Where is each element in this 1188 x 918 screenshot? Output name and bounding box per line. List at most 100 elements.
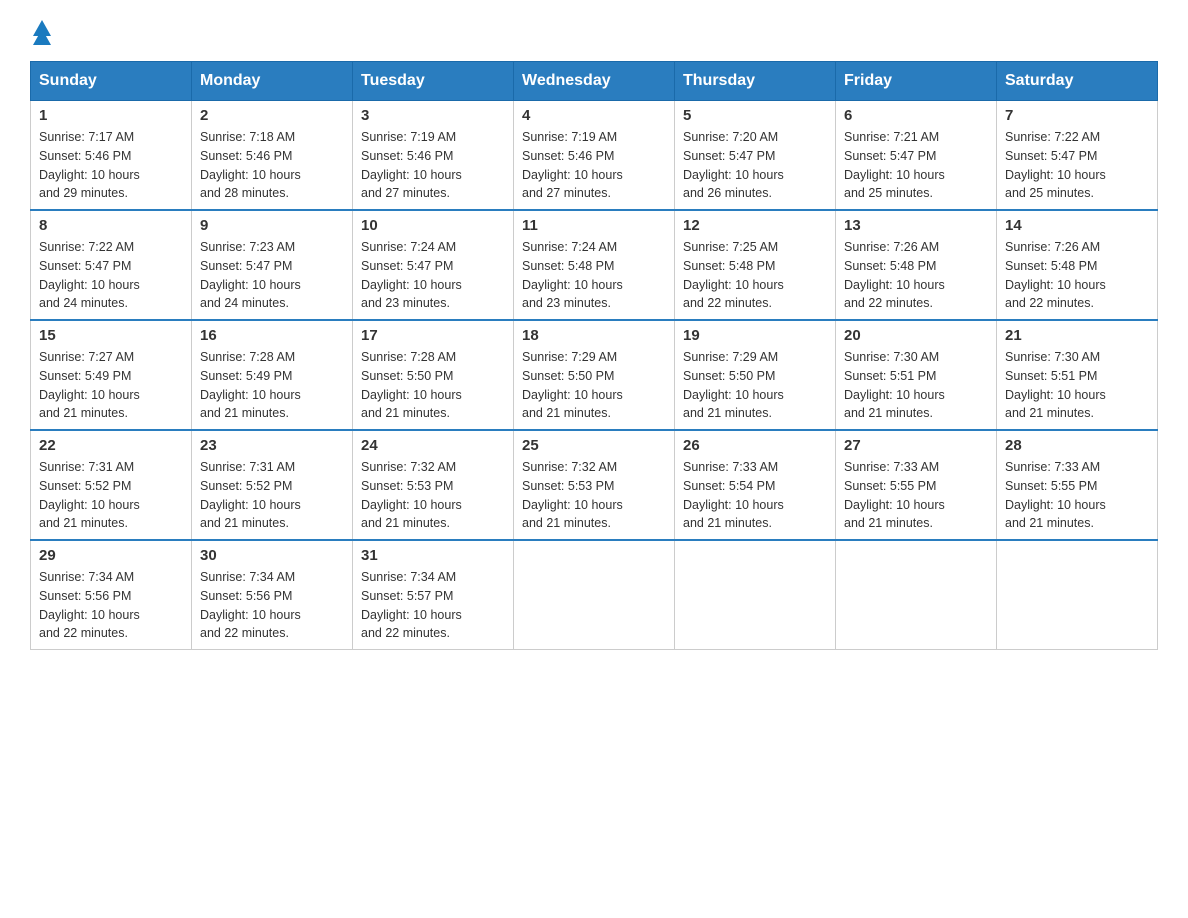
calendar-cell: 18 Sunrise: 7:29 AM Sunset: 5:50 PM Dayl…: [514, 320, 675, 430]
day-info: Sunrise: 7:34 AM Sunset: 5:57 PM Dayligh…: [361, 568, 505, 643]
calendar-cell: 14 Sunrise: 7:26 AM Sunset: 5:48 PM Dayl…: [997, 210, 1158, 320]
day-number: 9: [200, 217, 344, 234]
page-header: [30, 20, 1158, 41]
calendar-cell: 29 Sunrise: 7:34 AM Sunset: 5:56 PM Dayl…: [31, 540, 192, 650]
calendar-cell: 22 Sunrise: 7:31 AM Sunset: 5:52 PM Dayl…: [31, 430, 192, 540]
day-info: Sunrise: 7:31 AM Sunset: 5:52 PM Dayligh…: [200, 458, 344, 533]
calendar-cell: 9 Sunrise: 7:23 AM Sunset: 5:47 PM Dayli…: [192, 210, 353, 320]
calendar-cell: [997, 540, 1158, 650]
day-info: Sunrise: 7:22 AM Sunset: 5:47 PM Dayligh…: [1005, 128, 1149, 203]
weekday-header-wednesday: Wednesday: [514, 62, 675, 101]
day-info: Sunrise: 7:20 AM Sunset: 5:47 PM Dayligh…: [683, 128, 827, 203]
day-info: Sunrise: 7:24 AM Sunset: 5:47 PM Dayligh…: [361, 238, 505, 313]
weekday-header-row: SundayMondayTuesdayWednesdayThursdayFrid…: [31, 62, 1158, 101]
day-number: 28: [1005, 437, 1149, 454]
calendar-table: SundayMondayTuesdayWednesdayThursdayFrid…: [30, 61, 1158, 650]
calendar-cell: 17 Sunrise: 7:28 AM Sunset: 5:50 PM Dayl…: [353, 320, 514, 430]
day-info: Sunrise: 7:33 AM Sunset: 5:55 PM Dayligh…: [844, 458, 988, 533]
day-number: 5: [683, 107, 827, 124]
day-number: 2: [200, 107, 344, 124]
day-number: 18: [522, 327, 666, 344]
day-info: Sunrise: 7:24 AM Sunset: 5:48 PM Dayligh…: [522, 238, 666, 313]
day-info: Sunrise: 7:19 AM Sunset: 5:46 PM Dayligh…: [361, 128, 505, 203]
calendar-cell: 25 Sunrise: 7:32 AM Sunset: 5:53 PM Dayl…: [514, 430, 675, 540]
day-number: 15: [39, 327, 183, 344]
day-number: 26: [683, 437, 827, 454]
day-info: Sunrise: 7:33 AM Sunset: 5:55 PM Dayligh…: [1005, 458, 1149, 533]
calendar-cell: 5 Sunrise: 7:20 AM Sunset: 5:47 PM Dayli…: [675, 101, 836, 211]
calendar-cell: 21 Sunrise: 7:30 AM Sunset: 5:51 PM Dayl…: [997, 320, 1158, 430]
day-number: 31: [361, 547, 505, 564]
day-number: 7: [1005, 107, 1149, 124]
calendar-cell: 6 Sunrise: 7:21 AM Sunset: 5:47 PM Dayli…: [836, 101, 997, 211]
day-number: 22: [39, 437, 183, 454]
weekday-header-sunday: Sunday: [31, 62, 192, 101]
calendar-cell: 28 Sunrise: 7:33 AM Sunset: 5:55 PM Dayl…: [997, 430, 1158, 540]
calendar-cell: 26 Sunrise: 7:33 AM Sunset: 5:54 PM Dayl…: [675, 430, 836, 540]
calendar-week-row: 1 Sunrise: 7:17 AM Sunset: 5:46 PM Dayli…: [31, 101, 1158, 211]
calendar-week-row: 8 Sunrise: 7:22 AM Sunset: 5:47 PM Dayli…: [31, 210, 1158, 320]
day-number: 6: [844, 107, 988, 124]
weekday-header-friday: Friday: [836, 62, 997, 101]
day-info: Sunrise: 7:18 AM Sunset: 5:46 PM Dayligh…: [200, 128, 344, 203]
calendar-cell: 23 Sunrise: 7:31 AM Sunset: 5:52 PM Dayl…: [192, 430, 353, 540]
weekday-header-saturday: Saturday: [997, 62, 1158, 101]
day-info: Sunrise: 7:21 AM Sunset: 5:47 PM Dayligh…: [844, 128, 988, 203]
day-info: Sunrise: 7:26 AM Sunset: 5:48 PM Dayligh…: [1005, 238, 1149, 313]
calendar-cell: 3 Sunrise: 7:19 AM Sunset: 5:46 PM Dayli…: [353, 101, 514, 211]
calendar-cell: 8 Sunrise: 7:22 AM Sunset: 5:47 PM Dayli…: [31, 210, 192, 320]
calendar-cell: 11 Sunrise: 7:24 AM Sunset: 5:48 PM Dayl…: [514, 210, 675, 320]
calendar-cell: [836, 540, 997, 650]
day-info: Sunrise: 7:17 AM Sunset: 5:46 PM Dayligh…: [39, 128, 183, 203]
day-info: Sunrise: 7:34 AM Sunset: 5:56 PM Dayligh…: [39, 568, 183, 643]
calendar-cell: [514, 540, 675, 650]
day-number: 14: [1005, 217, 1149, 234]
day-info: Sunrise: 7:28 AM Sunset: 5:50 PM Dayligh…: [361, 348, 505, 423]
calendar-cell: 4 Sunrise: 7:19 AM Sunset: 5:46 PM Dayli…: [514, 101, 675, 211]
day-number: 30: [200, 547, 344, 564]
day-info: Sunrise: 7:34 AM Sunset: 5:56 PM Dayligh…: [200, 568, 344, 643]
calendar-cell: 30 Sunrise: 7:34 AM Sunset: 5:56 PM Dayl…: [192, 540, 353, 650]
day-number: 20: [844, 327, 988, 344]
day-number: 10: [361, 217, 505, 234]
calendar-cell: [675, 540, 836, 650]
calendar-cell: 27 Sunrise: 7:33 AM Sunset: 5:55 PM Dayl…: [836, 430, 997, 540]
day-number: 13: [844, 217, 988, 234]
day-number: 21: [1005, 327, 1149, 344]
day-info: Sunrise: 7:26 AM Sunset: 5:48 PM Dayligh…: [844, 238, 988, 313]
logo: [30, 20, 51, 41]
day-number: 16: [200, 327, 344, 344]
day-info: Sunrise: 7:31 AM Sunset: 5:52 PM Dayligh…: [39, 458, 183, 533]
calendar-cell: 19 Sunrise: 7:29 AM Sunset: 5:50 PM Dayl…: [675, 320, 836, 430]
day-info: Sunrise: 7:22 AM Sunset: 5:47 PM Dayligh…: [39, 238, 183, 313]
day-number: 17: [361, 327, 505, 344]
day-info: Sunrise: 7:32 AM Sunset: 5:53 PM Dayligh…: [522, 458, 666, 533]
calendar-cell: 24 Sunrise: 7:32 AM Sunset: 5:53 PM Dayl…: [353, 430, 514, 540]
day-info: Sunrise: 7:30 AM Sunset: 5:51 PM Dayligh…: [1005, 348, 1149, 423]
day-number: 1: [39, 107, 183, 124]
day-info: Sunrise: 7:19 AM Sunset: 5:46 PM Dayligh…: [522, 128, 666, 203]
calendar-cell: 1 Sunrise: 7:17 AM Sunset: 5:46 PM Dayli…: [31, 101, 192, 211]
calendar-cell: 10 Sunrise: 7:24 AM Sunset: 5:47 PM Dayl…: [353, 210, 514, 320]
day-info: Sunrise: 7:28 AM Sunset: 5:49 PM Dayligh…: [200, 348, 344, 423]
day-number: 29: [39, 547, 183, 564]
calendar-week-row: 29 Sunrise: 7:34 AM Sunset: 5:56 PM Dayl…: [31, 540, 1158, 650]
day-info: Sunrise: 7:25 AM Sunset: 5:48 PM Dayligh…: [683, 238, 827, 313]
day-number: 4: [522, 107, 666, 124]
day-number: 8: [39, 217, 183, 234]
day-number: 12: [683, 217, 827, 234]
day-info: Sunrise: 7:23 AM Sunset: 5:47 PM Dayligh…: [200, 238, 344, 313]
calendar-cell: 20 Sunrise: 7:30 AM Sunset: 5:51 PM Dayl…: [836, 320, 997, 430]
day-info: Sunrise: 7:29 AM Sunset: 5:50 PM Dayligh…: [522, 348, 666, 423]
calendar-cell: 2 Sunrise: 7:18 AM Sunset: 5:46 PM Dayli…: [192, 101, 353, 211]
calendar-cell: 31 Sunrise: 7:34 AM Sunset: 5:57 PM Dayl…: [353, 540, 514, 650]
day-number: 19: [683, 327, 827, 344]
day-info: Sunrise: 7:33 AM Sunset: 5:54 PM Dayligh…: [683, 458, 827, 533]
day-number: 11: [522, 217, 666, 234]
day-number: 25: [522, 437, 666, 454]
weekday-header-thursday: Thursday: [675, 62, 836, 101]
day-info: Sunrise: 7:30 AM Sunset: 5:51 PM Dayligh…: [844, 348, 988, 423]
day-info: Sunrise: 7:27 AM Sunset: 5:49 PM Dayligh…: [39, 348, 183, 423]
calendar-cell: 16 Sunrise: 7:28 AM Sunset: 5:49 PM Dayl…: [192, 320, 353, 430]
day-info: Sunrise: 7:32 AM Sunset: 5:53 PM Dayligh…: [361, 458, 505, 533]
